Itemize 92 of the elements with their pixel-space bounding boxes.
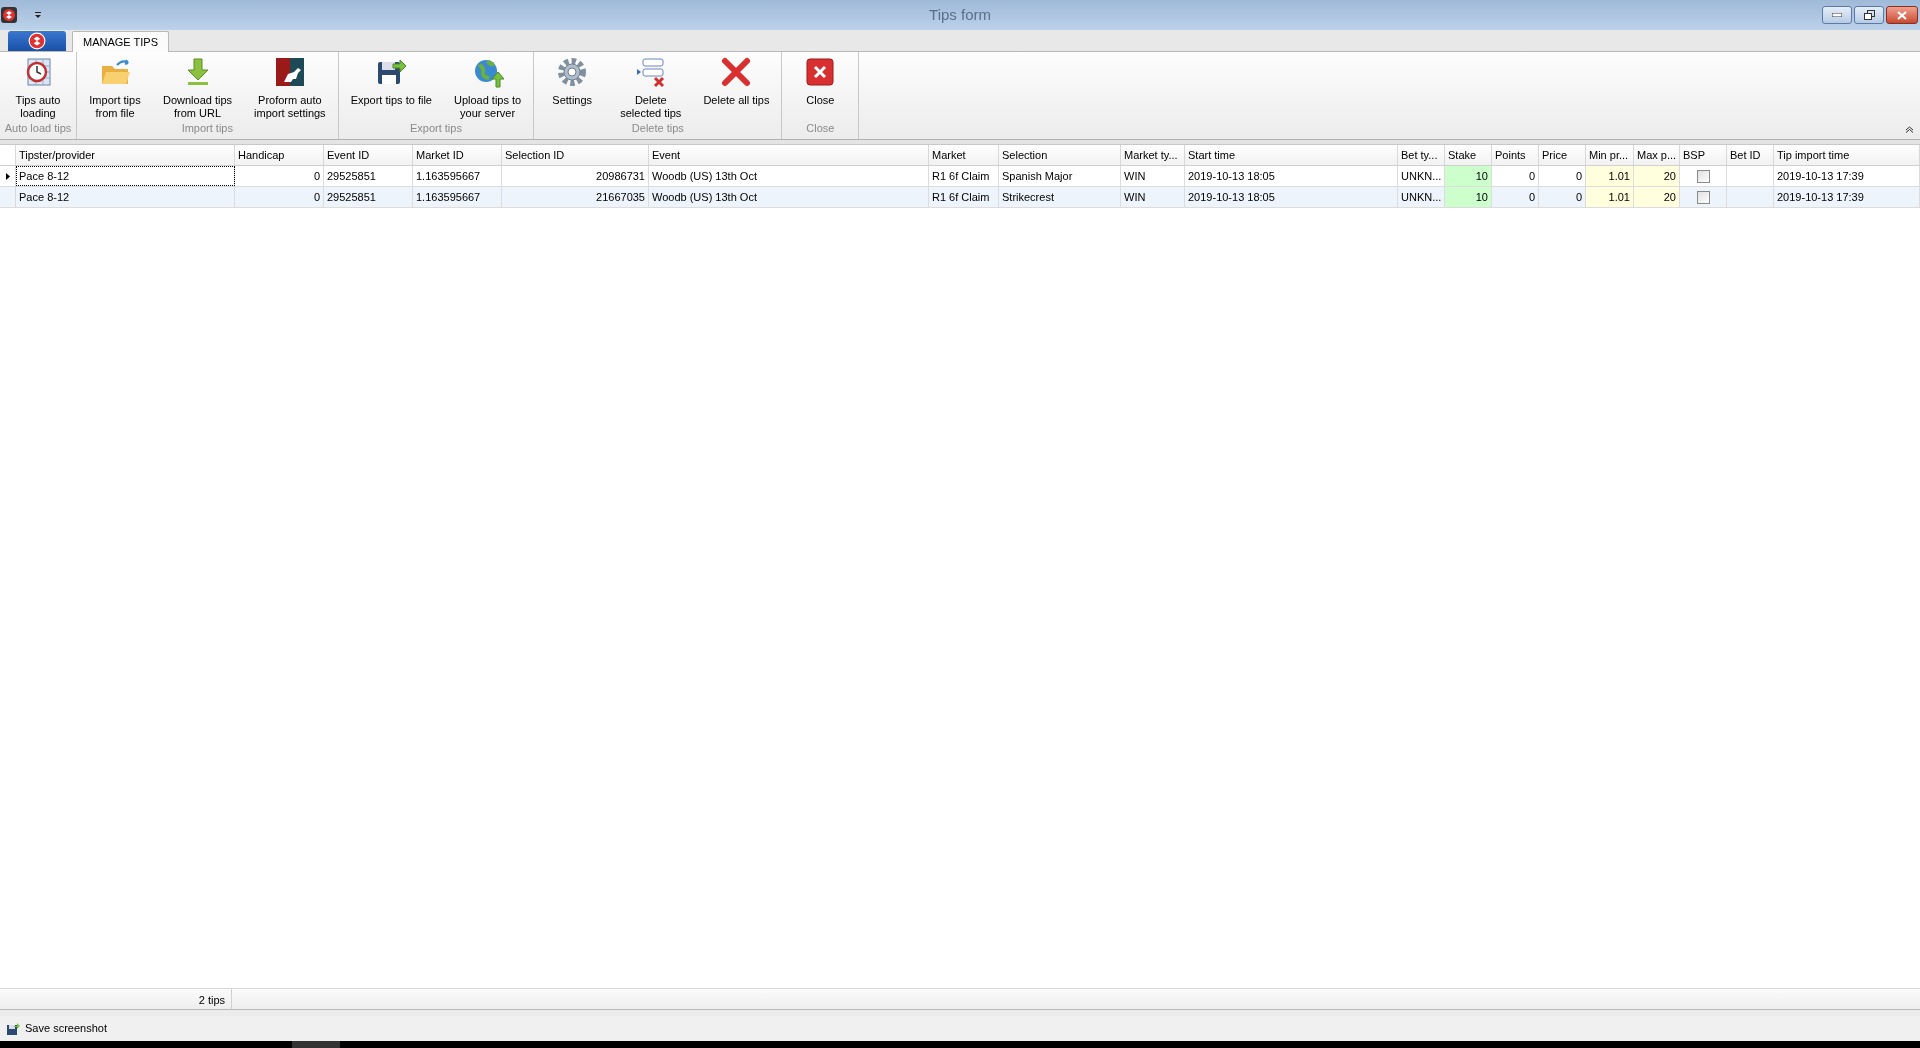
table-cell-text: Spanish Major — [1002, 169, 1073, 184]
ribbon-button[interactable]: Download tips from URL — [153, 52, 243, 120]
column-header[interactable]: Min pr... — [1586, 145, 1634, 165]
close-icon — [1897, 10, 1907, 20]
column-header[interactable]: Selection ID — [502, 145, 649, 165]
ribbon-group-label: Delete tips — [631, 121, 684, 136]
restore-button[interactable] — [1854, 6, 1884, 24]
column-header[interactable]: Bet ID — [1727, 145, 1774, 165]
table-cell-text: 0 — [313, 169, 320, 184]
table-cell-text: 20986731 — [596, 169, 645, 184]
close-icon — [804, 56, 837, 88]
ribbon-button[interactable]: Tips auto loading — [2, 52, 74, 120]
ribbon-button[interactable]: Delete all tips — [693, 52, 780, 120]
ribbon-button[interactable]: Settings — [536, 52, 609, 120]
table-cell-text: Pace 8-12 — [19, 190, 70, 205]
collapse-ribbon-icon[interactable] — [1905, 126, 1914, 133]
current-row-icon — [5, 172, 10, 180]
table-cell-text: 0 — [313, 190, 320, 205]
column-header[interactable]: Market ID — [413, 145, 502, 165]
bsp-checkbox[interactable] — [1696, 169, 1710, 183]
column-header[interactable]: Stake — [1445, 145, 1492, 165]
column-header[interactable]: BSP — [1680, 145, 1727, 165]
cross-icon — [720, 56, 753, 88]
column-header[interactable]: Price — [1539, 145, 1586, 165]
highlighted-cell: 20 — [1634, 166, 1680, 186]
ribbon-button[interactable]: Import tips from file — [79, 52, 151, 120]
highlighted-cell: 20 — [1634, 187, 1680, 207]
app-logo-icon[interactable] — [1, 7, 17, 23]
table-cell-text: 2019-10-13 17:39 — [1777, 190, 1864, 205]
table-cell-text: 29525851 — [327, 190, 376, 205]
highlighted-cell: 1.01 — [1586, 187, 1634, 207]
table-cell-text: 1.163595667 — [416, 169, 481, 184]
table-cell-text: R1 6f Claim — [932, 190, 990, 205]
ribbon-button[interactable]: Close — [784, 52, 857, 120]
bsp-checkbox[interactable] — [1696, 190, 1710, 204]
column-header[interactable]: Event ID — [324, 145, 413, 165]
ribbon-group-label: Import tips — [181, 121, 233, 136]
tip-count: 2 tips — [0, 989, 232, 1009]
table-cell-text: 0 — [1528, 169, 1535, 184]
column-header[interactable]: Start time — [1185, 145, 1398, 165]
close-window-button[interactable] — [1886, 6, 1918, 24]
column-header[interactable]: Points — [1492, 145, 1539, 165]
table-cell-text: 29525851 — [327, 169, 376, 184]
table-cell-text: UNKN... — [1401, 190, 1442, 205]
column-header[interactable]: Tipster/provider — [16, 145, 235, 165]
table-cell-text: Woodb (US) 13th Oct — [652, 169, 757, 184]
ribbon-group-label: Close — [806, 120, 835, 136]
ribbon-button[interactable]: Upload tips to your server — [443, 52, 532, 120]
restore-icon — [1863, 10, 1875, 20]
column-header[interactable]: Bet ty... — [1398, 145, 1445, 165]
ribbon-button[interactable]: Proform auto import settings — [244, 52, 336, 120]
table-cell-text: UNKN... — [1401, 169, 1442, 184]
dropdown-arrow-icon[interactable] — [34, 11, 42, 19]
minimize-button[interactable] — [1822, 6, 1852, 24]
column-header[interactable]: Max p... — [1634, 145, 1680, 165]
table-cell-text: 1.163595667 — [416, 190, 481, 205]
save-screenshot-icon — [6, 1021, 20, 1036]
column-header[interactable]: Event — [649, 145, 929, 165]
column-header[interactable]: Market ty... — [1121, 145, 1185, 165]
highlighted-cell: 1.01 — [1586, 166, 1634, 186]
list-delete-icon — [634, 56, 667, 88]
table-cell-text: Pace 8-12 — [19, 169, 70, 184]
table-cell-text: 0 — [1575, 169, 1582, 184]
table-cell-text: 2019-10-13 18:05 — [1188, 169, 1275, 184]
highlighted-cell: 10 — [1445, 187, 1492, 207]
highlighted-cell: 10 — [1445, 166, 1492, 186]
save-screenshot-button[interactable]: Save screenshot — [6, 1020, 107, 1037]
application-menu-button[interactable] — [8, 31, 66, 51]
table-cell-text: Strikecrest — [1002, 190, 1054, 205]
column-header[interactable]: Selection — [999, 145, 1121, 165]
ribbon-group-label: Export tips — [409, 121, 462, 136]
ribbon-group-label: Auto load tips — [4, 121, 72, 136]
table-cell-text: WIN — [1124, 169, 1146, 184]
table-cell-text: R1 6f Claim — [932, 169, 990, 184]
table-cell-text: Woodb (US) 13th Oct — [652, 190, 757, 205]
ribbon-button[interactable]: Delete selected tips — [610, 52, 692, 120]
table-cell-text: 0 — [1575, 190, 1582, 205]
table-cell-text: 0 — [1528, 190, 1535, 205]
app-logo-icon — [28, 32, 46, 50]
column-header[interactable]: Handicap — [235, 145, 324, 165]
ribbon-button[interactable]: Export tips to file — [340, 52, 442, 120]
table-cell-text: 21667035 — [596, 190, 645, 205]
column-header[interactable]: Tip import time — [1774, 145, 1920, 165]
table-cell-text: 2019-10-13 17:39 — [1777, 169, 1864, 184]
ribbon-tab[interactable]: MANAGE TIPS — [72, 31, 169, 52]
column-header[interactable]: Market — [929, 145, 999, 165]
minimize-icon — [1832, 13, 1842, 17]
gear-icon — [556, 56, 589, 88]
horse-logo-icon — [273, 56, 306, 88]
table-cell-text: 2019-10-13 18:05 — [1188, 190, 1275, 205]
window-title: Tips form — [929, 4, 991, 25]
table-cell-text: WIN — [1124, 190, 1146, 205]
